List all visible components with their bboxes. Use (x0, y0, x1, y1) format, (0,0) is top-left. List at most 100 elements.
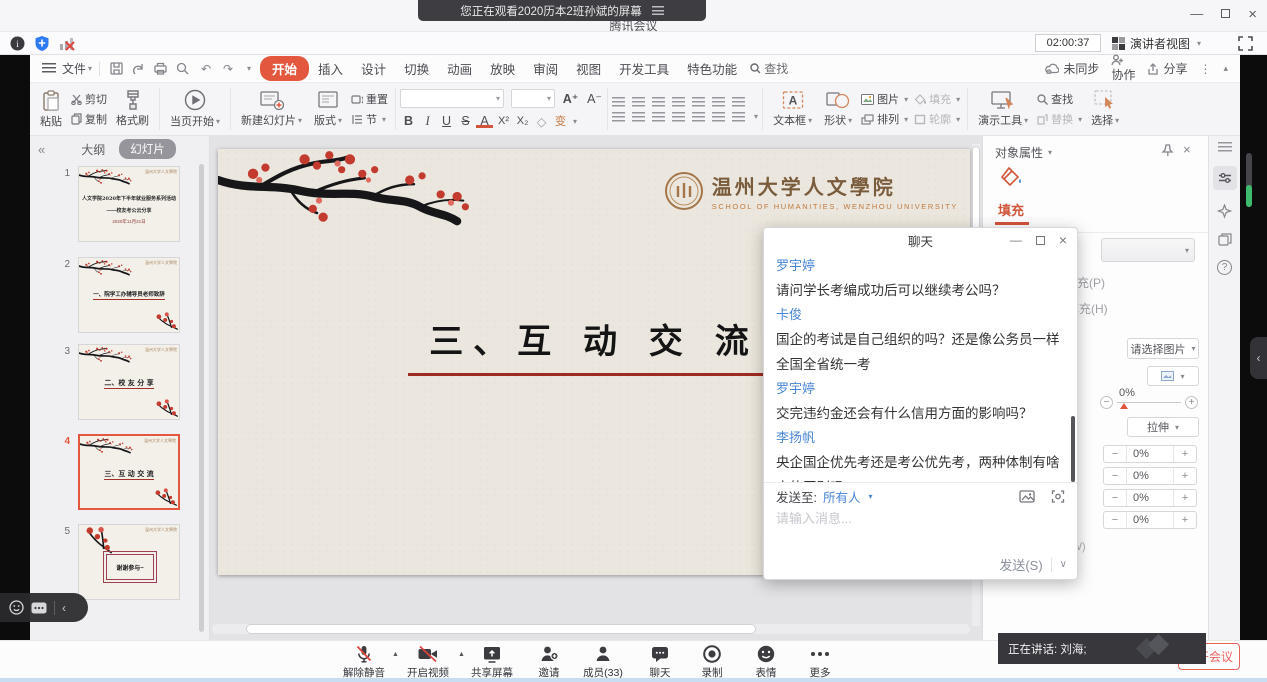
more-menu-icon[interactable]: ⋮ (1199, 62, 1211, 76)
format-painter-button[interactable]: 格式刷 (110, 90, 155, 128)
send-options-icon[interactable]: ∨ (1060, 559, 1067, 570)
minimize-button[interactable]: — (1190, 6, 1203, 23)
edge-scrollbar[interactable] (1246, 153, 1252, 207)
input-panel-icon[interactable] (31, 602, 47, 614)
minus-button[interactable]: − (1104, 490, 1126, 506)
slide-thumbnail-2[interactable]: 2 温州大学人文學院 一、院学工办辅导员老师致辞 (30, 257, 210, 333)
tab-outline[interactable]: 大纲 (81, 141, 105, 158)
align-right-icon[interactable] (652, 112, 665, 122)
tab-transition[interactable]: 切换 (395, 57, 438, 80)
line-spacing-icon[interactable] (712, 112, 725, 122)
chat-maximize-icon[interactable] (1036, 236, 1045, 245)
print-icon[interactable] (154, 62, 170, 75)
send-button[interactable]: 发送(S) (999, 555, 1042, 574)
export-icon[interactable] (132, 62, 148, 75)
chat-messages[interactable]: 罗宇婷 请问学长考编成功后可以继续考公吗？ 卡俊 国企的考试是自己组织的吗？还是… (764, 252, 1077, 482)
save-icon[interactable] (110, 62, 126, 75)
strikethrough-button[interactable]: S (457, 114, 474, 128)
slide-thumbnail-4-selected[interactable]: 4 温州大学人文學院 三、互 动 交 流 (30, 434, 210, 510)
shrink-font-button[interactable]: A⁻ (586, 91, 603, 106)
text-direction-icon[interactable] (692, 97, 705, 107)
fullscreen-icon[interactable] (1238, 36, 1253, 51)
bullet-list-icon[interactable] (612, 97, 625, 107)
play-from-current-button[interactable]: 当页开始▾ (164, 89, 226, 129)
picture-button[interactable]: 图片▾ (858, 91, 911, 107)
chevron-down-icon[interactable]: ▾ (869, 492, 873, 501)
shield-icon[interactable] (34, 35, 50, 52)
help-icon[interactable]: ? (1217, 260, 1232, 275)
reset-button[interactable]: 重置 (348, 91, 391, 107)
slider-thumb[interactable] (1120, 403, 1128, 409)
redo-icon[interactable]: ↷ (220, 62, 236, 76)
presenter-view-button[interactable]: 演讲者视图 ▾ (1112, 34, 1201, 52)
hamburger-icon[interactable] (42, 63, 56, 74)
picture-preview-dropdown[interactable]: ▾ (1147, 366, 1199, 386)
justify-icon[interactable] (672, 112, 685, 122)
offset-spinner-2[interactable]: −0%+ (1103, 467, 1197, 485)
invite-button[interactable]: 邀请 (521, 644, 577, 680)
quickbar-more-icon[interactable]: ▾ (241, 64, 257, 73)
properties-panel-icon-active[interactable] (1213, 166, 1237, 190)
more-button[interactable]: 更多 (792, 644, 848, 680)
close-button[interactable]: × (1248, 6, 1257, 23)
tab-devtools[interactable]: 开发工具 (610, 57, 678, 80)
start-video-button[interactable]: 开启视频 (400, 644, 456, 680)
fill-button[interactable]: 填充▾ (911, 91, 963, 107)
fill-type-dropdown[interactable]: ▾ (1101, 238, 1195, 262)
numbered-list-icon[interactable] (632, 97, 645, 107)
cut-button[interactable]: 剪切 (68, 91, 110, 107)
close-panel-icon[interactable]: × (1183, 142, 1191, 157)
plus-button[interactable]: + (1174, 468, 1196, 484)
slide-thumbnail-1[interactable]: 1 温州大学人文學院 人文学院2020年下半年就业服务系列活动 ——校友考公云分… (30, 166, 210, 242)
font-name-select[interactable]: ▾ (400, 89, 504, 108)
paragraph-spacing-icon[interactable] (732, 112, 745, 122)
bold-button[interactable]: B (400, 114, 417, 128)
slide-thumbnail-3[interactable]: 3 温州大学人文學院 二、校 友 分 享 (30, 344, 210, 420)
edge-collapse-tab[interactable]: ‹ (1250, 337, 1267, 379)
pick-picture-button[interactable]: 请选择图片▾ (1127, 338, 1199, 359)
fill-bucket-icon[interactable] (999, 166, 1023, 188)
tab-slideshow[interactable]: 放映 (481, 57, 524, 80)
sync-status[interactable]: 未同步 (1045, 60, 1099, 77)
chat-titlebar[interactable]: 聊天 — × (764, 228, 1077, 252)
emoji-face-icon[interactable] (9, 600, 24, 615)
copy-button[interactable]: 复制 (68, 111, 110, 127)
plus-button[interactable]: + (1174, 446, 1196, 462)
shapes-button[interactable]: 形状▾ (818, 90, 858, 128)
font-color-button[interactable]: A (476, 114, 493, 128)
tab-view[interactable]: 视图 (567, 57, 610, 80)
italic-button[interactable]: I (419, 114, 436, 129)
pin-icon[interactable] (1161, 144, 1174, 157)
paste-button[interactable]: 粘贴 (34, 90, 68, 129)
collapse-pill-icon[interactable]: ‹ (62, 601, 66, 615)
watching-banner[interactable]: 您正在观看2020历本2班孙斌的屏幕 (418, 0, 706, 21)
collapse-panel-icon[interactable]: « (38, 142, 45, 157)
tab-home[interactable]: 开始 (260, 56, 309, 81)
font-size-select[interactable]: ▾ (511, 89, 555, 108)
slide-thumbnail-5[interactable]: 5 温州大学人文學院 谢谢参与~ (30, 524, 210, 600)
collapse-ribbon-icon[interactable]: ▴ (1223, 63, 1228, 74)
tab-slides[interactable]: 幻灯片 (119, 139, 176, 159)
select-button[interactable]: 选择▾ (1085, 90, 1125, 128)
slider-minus-button[interactable]: − (1100, 396, 1113, 409)
emoji-button[interactable]: 表情 (738, 644, 794, 680)
unmute-button[interactable]: 解除静音 (336, 644, 392, 680)
panel-scrollbar[interactable] (199, 164, 204, 632)
record-button[interactable]: 录制 (684, 644, 740, 680)
print-preview-icon[interactable] (176, 62, 192, 75)
superscript-button[interactable]: X² (495, 115, 512, 127)
chat-scrollbar[interactable] (1071, 416, 1075, 482)
text-effects-button[interactable]: 变 (552, 113, 569, 129)
offset-spinner-1[interactable]: −0%+ (1103, 445, 1197, 463)
effects-icon[interactable] (1217, 204, 1232, 219)
decrease-indent-icon[interactable] (652, 97, 665, 107)
textbox-button[interactable]: A 文本框▾ (767, 90, 818, 128)
tab-design[interactable]: 设计 (352, 57, 395, 80)
offset-spinner-3[interactable]: −0%+ (1103, 489, 1197, 507)
send-to-select[interactable]: 所有人 (823, 487, 861, 506)
minus-button[interactable]: − (1104, 446, 1126, 462)
banner-menu-icon[interactable] (652, 6, 664, 15)
minus-button[interactable]: − (1104, 468, 1126, 484)
tab-animation[interactable]: 动画 (438, 57, 481, 80)
offset-spinner-4[interactable]: −0%+ (1103, 511, 1197, 529)
